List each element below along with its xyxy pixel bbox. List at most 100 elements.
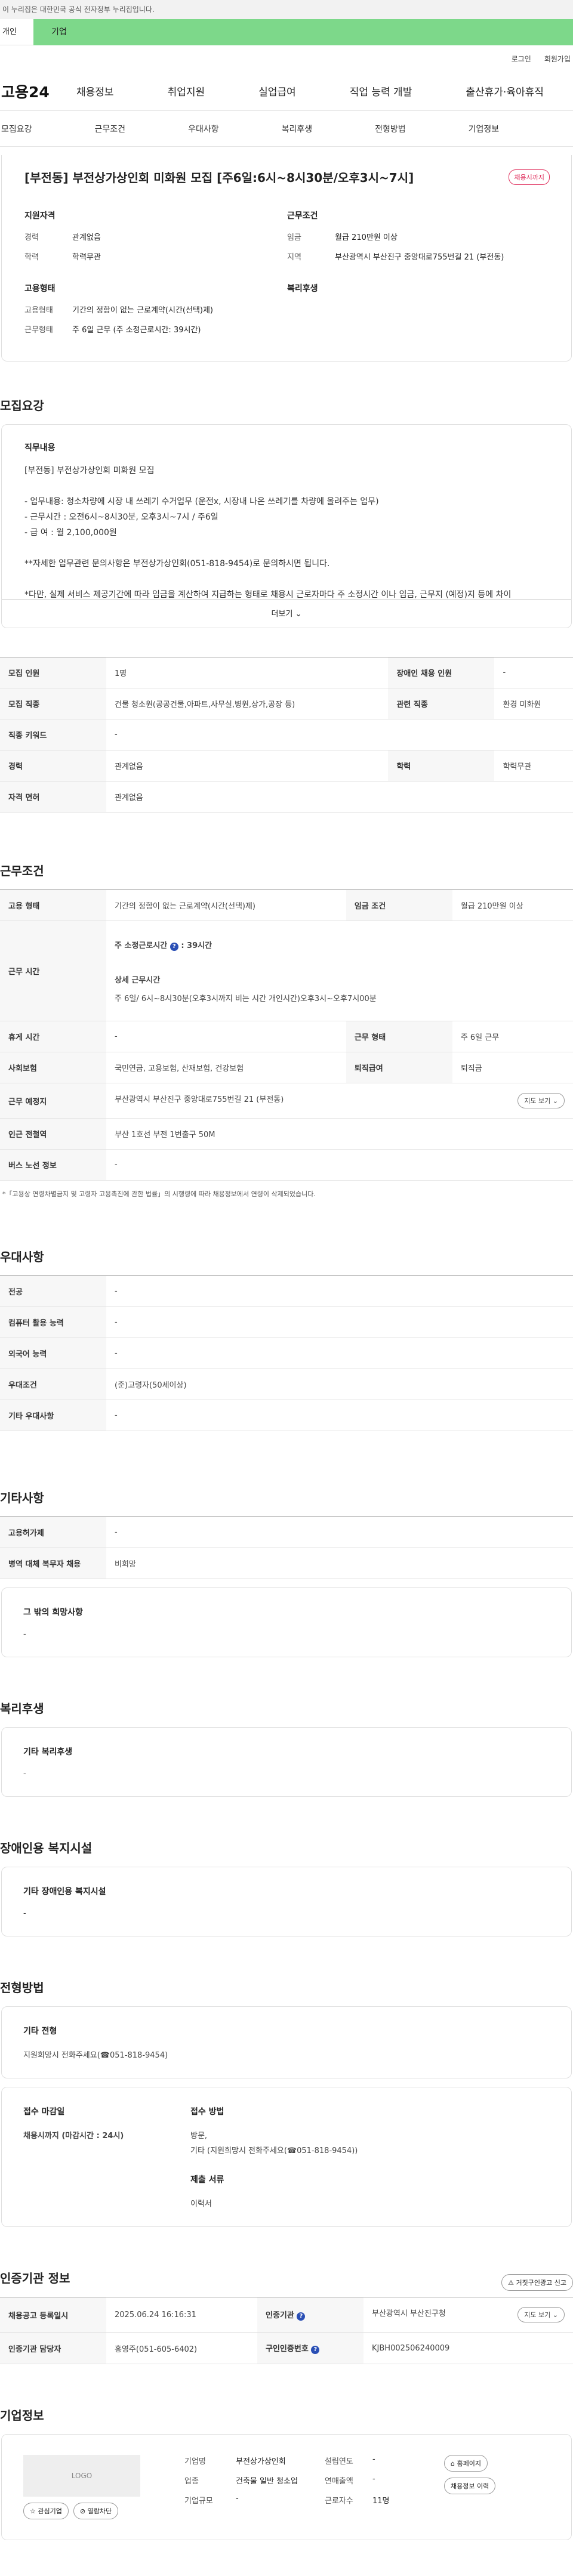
row-label-wrap: 구인인증번호 ?: [257, 2332, 364, 2364]
tab-individual[interactable]: 개인: [0, 19, 33, 45]
info-icon[interactable]: ?: [297, 2312, 306, 2321]
selection-section-title: 전형방법: [0, 1981, 44, 1995]
table-row: 인근 전철역 부산 1호선 부전 1번출구 50M: [0, 1118, 573, 1150]
chevron-down-icon: ⌄: [295, 610, 302, 619]
snb-company[interactable]: 기업정보: [469, 123, 500, 135]
info-icon[interactable]: ?: [311, 2346, 320, 2354]
week-hours-value: : 39시간: [181, 941, 212, 950]
company-info-col2: 설립연도 - 연매출액 - 근로자수 11명: [325, 2455, 444, 2519]
row-value: 관계없음: [106, 781, 573, 813]
row-label: 근무 예정지: [0, 1083, 106, 1119]
block-company-button[interactable]: ⊘ 열람차단: [73, 2503, 119, 2519]
age-note: *「고용상 연령차별금지 및 고령자 고용촉진에 관한 법률」의 시행령에 따라…: [2, 1190, 316, 1198]
pref-table: 전공 - 컴퓨터 활용 능력 - 외국어 능력 - 우대조건 (준)고령자(50세이상)…: [0, 1275, 573, 1431]
job-description-box: 직무내용 [부전동] 부전상가상인회 미화원 모집 - 업무내용: 청소차량에 …: [1, 424, 572, 600]
other-wishes-box: 그 밖의 희망사항 -: [1, 1587, 572, 1657]
section-nav: 모집요강 근무조건 우대사항 복리후생 전형방법 기업정보: [0, 111, 573, 147]
table-row: 고용허가제 -: [0, 1516, 573, 1548]
row-value: -: [106, 1275, 573, 1307]
agency-map-button[interactable]: 지도 보기 ⌄: [517, 2307, 565, 2322]
homepage-button[interactable]: ⌂ 홈페이지: [444, 2455, 488, 2472]
deadline-col: 접수 마감일 채용시까지 (마감시간 : 24시): [23, 2105, 190, 2209]
row-label: 근무 형태: [346, 1021, 452, 1052]
row-value: -: [106, 1149, 573, 1181]
tab-company[interactable]: 기업: [33, 19, 106, 45]
place-value: 부산광역시 부산진구 중앙대로755번길 21 (부전동): [115, 1095, 284, 1104]
work-form-label: 근무형태: [24, 326, 53, 335]
site-logo[interactable]: 고용24: [0, 81, 76, 102]
more-button[interactable]: 더보기 ⌄: [1, 600, 572, 628]
more-label: 더보기: [271, 610, 293, 619]
row-value: (준)고령자(50세이상): [106, 1369, 573, 1400]
company-name-value: 부전상가상인회: [236, 2457, 286, 2466]
row-value: 건물 청소원(공공건물,아파트,사무실,병원,상가,공장 등): [106, 688, 389, 719]
disability-box-value: -: [23, 1909, 26, 1918]
table-row: 외국어 능력 -: [0, 1338, 573, 1369]
row-value: 부산광역시 부산진구청: [372, 2309, 446, 2318]
join-link[interactable]: 회원가입: [544, 54, 571, 64]
detail-hours-value: 주 6일/ 6시~8시30분(오후3시까지 비는 시간 개인시간)오후3시~오후…: [115, 994, 377, 1003]
emp-type-label: 고용형태: [24, 306, 53, 315]
other-wishes-title: 그 밖의 희망사항: [23, 1608, 83, 1617]
row-value: -: [106, 1338, 573, 1369]
welfare-box: 기타 복리후생 -: [1, 1727, 572, 1797]
founded-value: -: [372, 2455, 375, 2464]
snb-pref[interactable]: 우대사항: [188, 123, 219, 135]
work-section-title: 근무조건: [0, 864, 44, 878]
row-value: -: [106, 1306, 573, 1338]
job-desc-label: 직무내용: [24, 443, 56, 453]
area-label: 지역: [287, 253, 301, 262]
recruit-section-title: 모집요강: [0, 399, 44, 413]
table-row: 컴퓨터 활용 능력 -: [0, 1306, 573, 1338]
place-cell: 부산광역시 부산진구 중앙대로755번길 21 (부전동) 지도 보기 ⌄: [106, 1083, 573, 1119]
row-label: 구인인증번호: [266, 2345, 309, 2353]
disability-section-title: 장애인용 복지시설: [0, 1841, 93, 1855]
welfare-box-value: -: [23, 1769, 26, 1778]
gnb-item-employment-support[interactable]: 취업지원: [168, 84, 205, 98]
table-row: 고용 형태 기간의 정함이 없는 근로계약(시간(선택)제) 임금 조건 월급 210…: [0, 889, 573, 921]
home-icon: ⌂: [451, 2460, 455, 2467]
row-label: 전공: [0, 1275, 106, 1307]
snb-work[interactable]: 근무조건: [95, 123, 126, 135]
row-label: 모집 직종: [0, 688, 106, 719]
table-row: 모집 직종 건물 청소원(공공건물,아파트,사무실,병원,상가,공장 등) 관련 직…: [0, 688, 573, 719]
row-value: 학력무관: [494, 750, 573, 782]
snb-selection[interactable]: 전형방법: [375, 123, 406, 135]
gnb-item-vocational-training[interactable]: 직업 능력 개발: [350, 84, 412, 98]
company-section-title: 기업정보: [0, 2408, 44, 2423]
emp-type-value: 기간의 정함이 없는 근로계약(시간(선택)제): [72, 306, 214, 315]
report-button[interactable]: ⚠ 거짓구인광고 신고: [501, 2274, 573, 2291]
logo-placeholder: LOGO: [71, 2472, 93, 2480]
row-value: 2025.06.24 16:16:31: [106, 2297, 258, 2333]
row-value: 월급 210만원 이상: [452, 889, 573, 921]
selection-etc-box: 기타 전형 지원희망시 전화주세요(☎051-818-9454): [1, 2006, 572, 2078]
education-value: 학력무관: [72, 253, 101, 262]
login-link[interactable]: 로그인: [512, 54, 531, 64]
row-value: 환경 미화원: [494, 688, 573, 719]
row-label: 자격 면허: [0, 781, 106, 813]
table-row: 모집 인원 1명 장애인 채용 인원 -: [0, 657, 573, 688]
favorite-company-button[interactable]: ☆ 관심기업: [23, 2503, 69, 2519]
info-icon[interactable]: ?: [170, 942, 178, 951]
snb-recruit[interactable]: 모집요강: [1, 123, 32, 135]
snb-welfare[interactable]: 복리후생: [282, 123, 313, 135]
employees-label: 근로자수: [325, 2497, 353, 2506]
table-row: 사회보험 국민연금, 고용보험, 산재보험, 건강보험 퇴직급여 퇴직금: [0, 1052, 573, 1083]
table-row: 전공 -: [0, 1275, 573, 1307]
gnb-item-jobs[interactable]: 채용정보: [76, 84, 114, 98]
job-history-button[interactable]: 채용정보 이력: [444, 2478, 496, 2494]
deadline-title: 접수 마감일: [23, 2107, 65, 2117]
report-icon: ⚠: [508, 2279, 515, 2287]
welfare-box-title: 기타 복리후생: [23, 1747, 73, 1757]
table-row: 병역 대체 복무자 채용 비희망: [0, 1548, 573, 1579]
selection-etc-value: 지원희망시 전화주세요(☎051-818-9454): [23, 2051, 168, 2060]
pref-section-title: 우대사항: [0, 1250, 44, 1264]
gnb-item-parental-leave[interactable]: 출산휴가·육아휴직: [466, 84, 544, 98]
career-value: 관계없음: [72, 233, 101, 242]
sales-value: -: [372, 2475, 375, 2484]
gnb-item-unemployment-benefit[interactable]: 실업급여: [258, 84, 296, 98]
table-row: 휴게 시간 - 근무 형태 주 6일 근무: [0, 1021, 573, 1052]
map-button[interactable]: 지도 보기 ⌄: [517, 1093, 565, 1108]
recruit-table: 모집 인원 1명 장애인 채용 인원 - 모집 직종 건물 청소원(공공건물,아파트,사…: [0, 657, 573, 813]
disability-box: 기타 장애인용 복지시설 -: [1, 1867, 572, 1936]
